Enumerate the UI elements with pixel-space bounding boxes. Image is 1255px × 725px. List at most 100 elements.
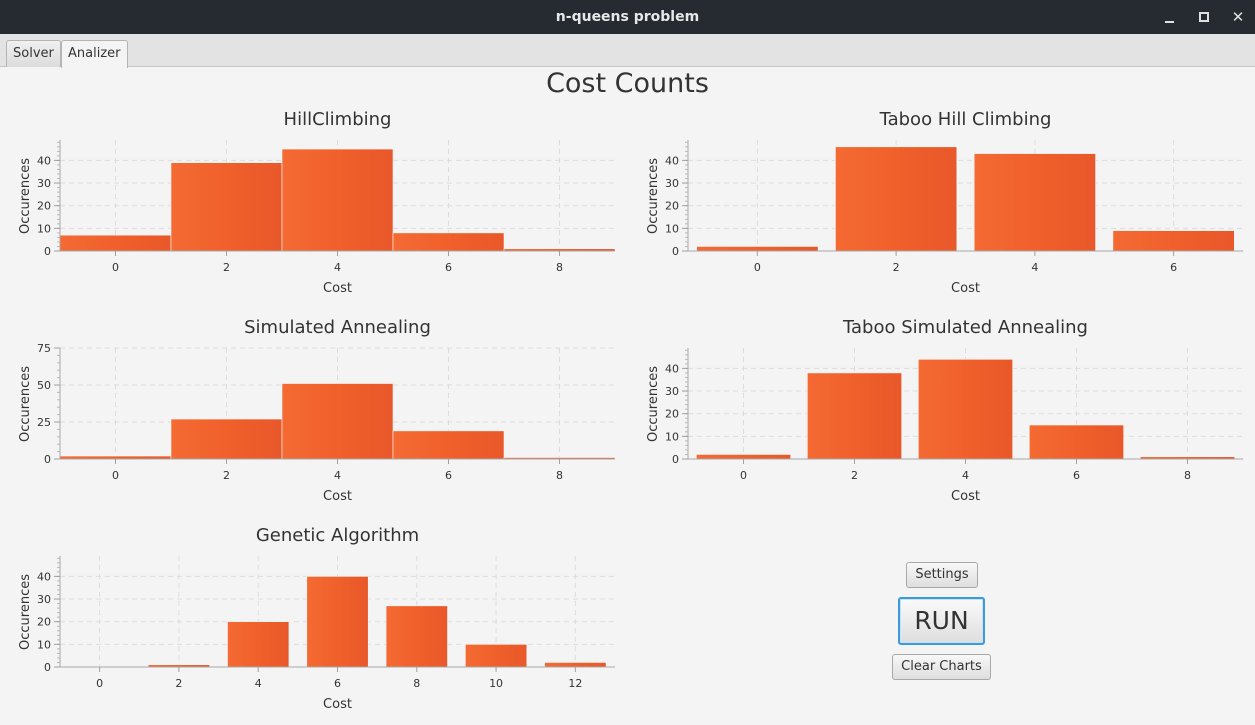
bar — [147, 664, 210, 668]
x-tick-label: 6 — [445, 469, 452, 482]
y-axis-label: Occurences — [646, 158, 661, 234]
x-tick-label: 8 — [413, 677, 420, 690]
bar — [1140, 456, 1235, 460]
bar — [807, 372, 902, 460]
x-axis-label: Cost — [951, 489, 980, 504]
y-tick-label: 20 — [665, 408, 679, 421]
run-button[interactable]: RUN — [898, 597, 985, 645]
x-tick-label: 12 — [568, 677, 582, 690]
maximize-button[interactable] — [1194, 7, 1214, 27]
x-tick-label: 6 — [1170, 261, 1177, 274]
y-tick-label: 10 — [665, 222, 679, 235]
y-tick-label: 30 — [665, 385, 679, 398]
x-tick-label: 0 — [754, 261, 761, 274]
x-tick-label: 0 — [740, 469, 747, 482]
bar — [973, 153, 1096, 252]
x-tick-label: 10 — [489, 677, 503, 690]
y-axis-label: Occurences — [18, 366, 33, 442]
bar — [696, 454, 791, 460]
y-tick-label: 25 — [37, 416, 51, 429]
chart-title: HillClimbing — [284, 109, 392, 130]
maximize-icon — [1199, 12, 1209, 22]
close-button[interactable]: ✕ — [1228, 7, 1248, 27]
chart-hill-climbing: 0 10 20 30 40 0 2 4 6 8 HillClimbing Cost Occurences — [18, 109, 616, 296]
chart-taboo-hill-climbing: 0 10 20 30 40 0 2 4 6 Taboo Hill Climbing Cost Occu… — [646, 109, 1243, 296]
page-title: Cost Counts — [546, 68, 709, 99]
y-tick-label: 20 — [665, 200, 679, 213]
y-tick-label: 40 — [665, 362, 679, 375]
bar — [1112, 230, 1235, 252]
x-tick-label: 2 — [223, 469, 230, 482]
bar — [503, 248, 616, 252]
x-axis-label: Cost — [323, 697, 352, 712]
x-tick-label: 0 — [112, 469, 119, 482]
bar — [696, 246, 819, 252]
bar — [503, 457, 616, 460]
bar — [170, 418, 283, 460]
x-tick-label: 4 — [255, 677, 262, 690]
bar — [392, 232, 505, 252]
y-axis-label: Occurences — [18, 158, 33, 234]
x-tick-label: 0 — [112, 261, 119, 274]
y-tick-label: 20 — [37, 200, 51, 213]
x-tick-label: 2 — [223, 261, 230, 274]
y-tick-label: 10 — [665, 430, 679, 443]
clear-charts-button[interactable]: Clear Charts — [892, 654, 991, 680]
bar — [392, 430, 505, 460]
x-tick-label: 6 — [334, 677, 341, 690]
bar — [835, 146, 958, 252]
bar — [1029, 424, 1124, 460]
x-tick-label: 4 — [334, 469, 341, 482]
y-tick-label: 40 — [37, 154, 51, 167]
y-tick-label: 0 — [672, 245, 679, 258]
x-tick-label: 8 — [1184, 469, 1191, 482]
y-tick-label: 20 — [37, 616, 51, 629]
x-tick-label: 8 — [556, 261, 563, 274]
y-tick-label: 40 — [37, 570, 51, 583]
x-tick-label: 8 — [556, 469, 563, 482]
chart-title: Taboo Hill Climbing — [879, 109, 1052, 130]
x-tick-label: 2 — [175, 677, 182, 690]
y-axis-label: Occurences — [646, 366, 661, 442]
y-tick-label: 50 — [37, 379, 51, 392]
y-tick-label: 0 — [44, 453, 51, 466]
tab-analizer[interactable]: Analizer — [61, 40, 128, 68]
x-axis-label: Cost — [323, 281, 352, 296]
chart-simulated-annealing: 0 25 50 75 0 2 4 6 8 Simulated Annealing Cost Occur… — [18, 317, 616, 504]
chart-taboo-simulated-annealing: 0 10 20 30 40 0 2 4 6 8 Taboo Simulated Annealing C… — [646, 317, 1243, 504]
y-tick-label: 10 — [37, 638, 51, 651]
chart-title: Simulated Annealing — [244, 317, 431, 338]
minimize-button[interactable] — [1160, 7, 1180, 27]
y-tick-label: 40 — [665, 154, 679, 167]
bar — [306, 576, 369, 668]
bar — [281, 148, 394, 252]
tab-bar: Solver Analizer — [0, 34, 1255, 68]
x-tick-label: 2 — [893, 261, 900, 274]
x-axis-label: Cost — [323, 489, 352, 504]
y-tick-label: 30 — [37, 593, 51, 606]
minimize-icon — [1165, 21, 1174, 23]
x-tick-label: 4 — [334, 261, 341, 274]
x-tick-label: 2 — [851, 469, 858, 482]
x-tick-label: 4 — [962, 469, 969, 482]
bar — [170, 162, 283, 252]
bar — [918, 359, 1013, 460]
bar — [544, 662, 607, 668]
chart-title: Genetic Algorithm — [256, 525, 419, 546]
bar — [385, 605, 448, 668]
y-tick-label: 30 — [37, 177, 51, 190]
settings-button[interactable]: Settings — [906, 562, 978, 588]
bar — [281, 383, 394, 460]
tab-solver[interactable]: Solver — [6, 40, 61, 67]
bar — [465, 644, 528, 668]
y-tick-label: 0 — [44, 661, 51, 674]
x-axis-label: Cost — [951, 281, 980, 296]
y-axis-label: Occurences — [18, 574, 33, 650]
x-tick-label: 6 — [1073, 469, 1080, 482]
close-icon: ✕ — [1231, 8, 1245, 26]
y-tick-label: 30 — [665, 177, 679, 190]
bar — [227, 621, 290, 668]
x-tick-label: 4 — [1031, 261, 1038, 274]
x-tick-label: 6 — [445, 261, 452, 274]
y-tick-label: 0 — [672, 453, 679, 466]
